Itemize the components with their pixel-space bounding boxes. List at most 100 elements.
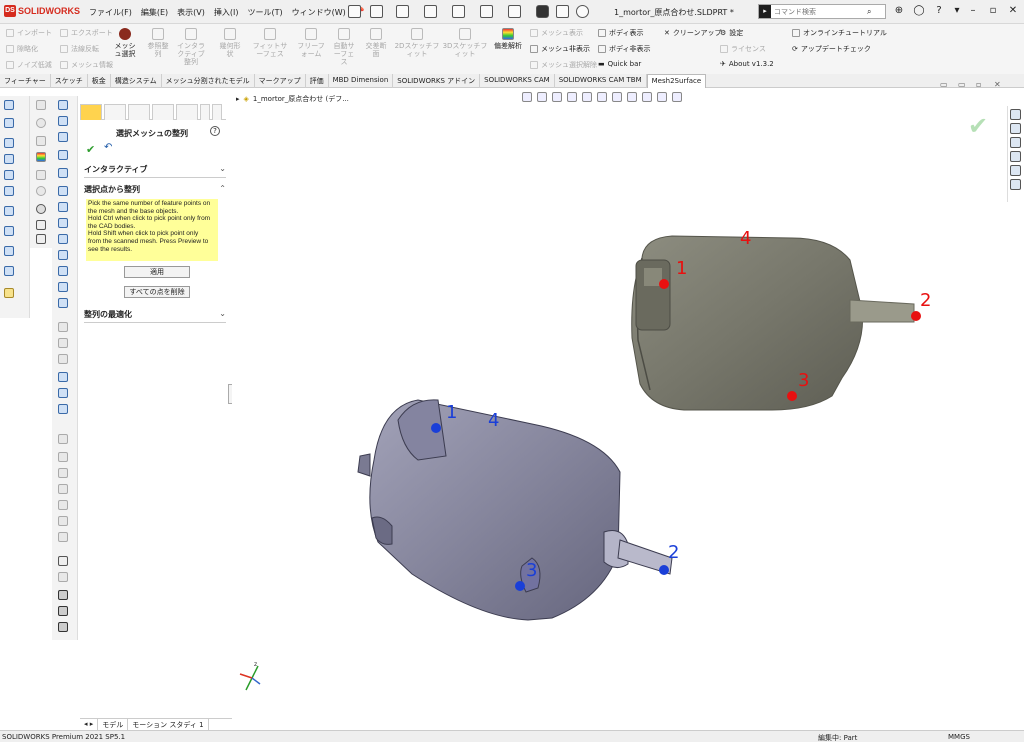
pattern-tool-icon[interactable]	[4, 206, 14, 216]
graphics-viewport[interactable]: z 1 2 3 4 1 2 3 4	[232, 88, 1006, 730]
tab-config[interactable]	[128, 104, 150, 120]
cad-point-3[interactable]	[515, 581, 525, 591]
tab-scroll-icon[interactable]: ◂ ▸	[80, 719, 99, 730]
menu-view[interactable]: 表示(V)	[176, 7, 206, 18]
axis-tool-icon[interactable]	[4, 246, 14, 256]
mesh-select-button[interactable]: メッシュ選択	[113, 28, 137, 58]
delete-face-tool-icon[interactable]	[58, 298, 68, 308]
simplify-button[interactable]: 隙略化	[6, 44, 38, 54]
revolve-tool-icon[interactable]	[58, 116, 68, 126]
mesh-info-button[interactable]: メッシュ情報	[60, 60, 113, 70]
delete-all-points-button[interactable]: すべての点を削除	[124, 286, 190, 298]
home-icon[interactable]	[348, 5, 361, 18]
plane-tool-icon[interactable]	[58, 168, 68, 178]
tab-markup[interactable]: マークアップ	[255, 74, 306, 88]
select-cursor-icon[interactable]	[508, 5, 521, 18]
point-tool-icon[interactable]	[36, 186, 46, 196]
open-folder-icon[interactable]	[396, 5, 409, 18]
zoom-fit-icon[interactable]	[522, 92, 532, 102]
dynamic-annotation-icon[interactable]	[582, 92, 592, 102]
cross-section-button[interactable]: 交差断面	[364, 28, 388, 58]
help-circle-icon[interactable]: ⊕	[892, 4, 906, 18]
arrow-tool-icon[interactable]	[58, 100, 68, 110]
cad-point-2[interactable]	[659, 565, 669, 575]
body-hide-button[interactable]: ボディ非表示	[598, 44, 651, 54]
group-align-from-points[interactable]: 選択点から整列 ⌃	[84, 184, 226, 198]
cursor-tool-icon[interactable]	[36, 100, 46, 110]
chevron-down-icon[interactable]: ⌄	[219, 309, 226, 322]
section-tool-icon[interactable]	[58, 388, 68, 398]
traffic-light-icon[interactable]	[536, 5, 549, 18]
disabled-tool-4-icon[interactable]	[58, 434, 68, 444]
curve-tool-2-icon[interactable]	[58, 404, 68, 414]
about-button[interactable]: ✈ About v1.3.2	[720, 60, 774, 68]
freeform-button[interactable]: フリーフォーム	[294, 28, 328, 58]
rib-tool-icon[interactable]	[4, 154, 14, 164]
settings-button[interactable]: ⚙ 設定	[720, 28, 743, 38]
task-view-palette-icon[interactable]	[1010, 151, 1021, 162]
cursor-select-icon[interactable]	[58, 556, 68, 566]
cone-tool-icon[interactable]	[58, 218, 68, 228]
mesh-point-3[interactable]	[787, 391, 797, 401]
cad-motor-body[interactable]	[357, 399, 673, 621]
edit-appearance-icon[interactable]	[642, 92, 652, 102]
close-icon[interactable]: ✕	[1006, 4, 1020, 18]
view-orientation-icon[interactable]	[597, 92, 607, 102]
license-button[interactable]: ライセンス	[720, 44, 766, 54]
tab-mbd-dimension[interactable]: MBD Dimension	[329, 74, 394, 88]
tab-mesh2surface[interactable]: Mesh2Surface	[646, 74, 707, 88]
fit-surface-button[interactable]: フィットサーフェス	[250, 28, 290, 58]
tab-sketch[interactable]: スケッチ	[51, 74, 88, 88]
view-tile-icon[interactable]: ▭	[958, 80, 966, 89]
feature-tool-icon[interactable]	[4, 100, 14, 110]
tab-addins[interactable]: SOLIDWORKS アドイン	[393, 74, 481, 88]
menu-edit[interactable]: 編集(E)	[140, 7, 169, 18]
ok-check-icon[interactable]: ✔	[86, 143, 95, 156]
sweep-tool-icon[interactable]	[58, 132, 68, 142]
tab-evaluate[interactable]: 評価	[306, 74, 329, 88]
deviation-analysis-button[interactable]: 偏差解析	[494, 28, 522, 50]
tab-scroll-right-icon[interactable]	[212, 104, 222, 120]
mesh-hide-button[interactable]: メッシュ非表示	[530, 44, 590, 54]
solidworks-logo[interactable]: DS SOLIDWORKS	[4, 5, 80, 17]
quick-bar-button[interactable]: ▬ Quick bar	[598, 60, 641, 68]
disabled-tool-10-icon[interactable]	[58, 532, 68, 542]
view-settings-icon[interactable]	[672, 92, 682, 102]
help-icon[interactable]: ?	[932, 4, 946, 18]
tab-display[interactable]	[176, 104, 198, 120]
rebuild-icon[interactable]	[556, 5, 569, 18]
flip-normals-button[interactable]: 法線反転	[60, 44, 99, 54]
disabled-tool-2-icon[interactable]	[58, 338, 68, 348]
mesh-deselect-button[interactable]: メッシュ選択解除	[530, 60, 597, 70]
view-close-icon[interactable]: ✕	[994, 80, 1001, 89]
task-library-icon[interactable]	[1010, 123, 1021, 134]
save-icon[interactable]	[424, 5, 437, 18]
target-tool-icon[interactable]	[36, 204, 46, 214]
scanned-mesh-motor[interactable]	[631, 235, 915, 411]
menu-tools[interactable]: ツール(T)	[246, 7, 283, 18]
expand-icon[interactable]: ▾	[950, 4, 964, 18]
group-align-optimize[interactable]: 整列の最適化 ⌄	[84, 309, 226, 323]
task-appearance-icon[interactable]	[1010, 165, 1021, 176]
command-search[interactable]: ▸ ⌕	[758, 4, 886, 19]
disabled-tool-6-icon[interactable]	[58, 468, 68, 478]
previous-view-icon[interactable]	[552, 92, 562, 102]
disabled-tool-5-icon[interactable]	[58, 452, 68, 462]
chevron-up-icon[interactable]: ⌃	[219, 184, 226, 198]
tab-sheet-metal[interactable]: 板金	[88, 74, 111, 88]
view-window-icon[interactable]: ▭	[940, 80, 948, 89]
geometry-button[interactable]: 幾何形状	[218, 28, 242, 58]
import-button[interactable]: インポート	[6, 28, 52, 38]
view-restore-icon[interactable]: ▫	[976, 80, 981, 89]
surface-tool-icon[interactable]	[58, 186, 68, 196]
menu-window[interactable]: ウィンドウ(W)	[291, 7, 347, 18]
export-button[interactable]: エクスポート	[60, 28, 113, 38]
disabled-tool-8-icon[interactable]	[58, 500, 68, 510]
copy-screen-icon[interactable]	[58, 606, 68, 616]
grid-tool-icon[interactable]	[36, 170, 46, 180]
solid-tool-icon[interactable]	[4, 186, 14, 196]
minimize-icon[interactable]: –	[966, 4, 980, 18]
circle-tool-icon[interactable]	[36, 118, 46, 128]
tab-scroll-left-icon[interactable]	[200, 104, 210, 120]
tab-feature[interactable]: フィーチャー	[0, 74, 51, 88]
